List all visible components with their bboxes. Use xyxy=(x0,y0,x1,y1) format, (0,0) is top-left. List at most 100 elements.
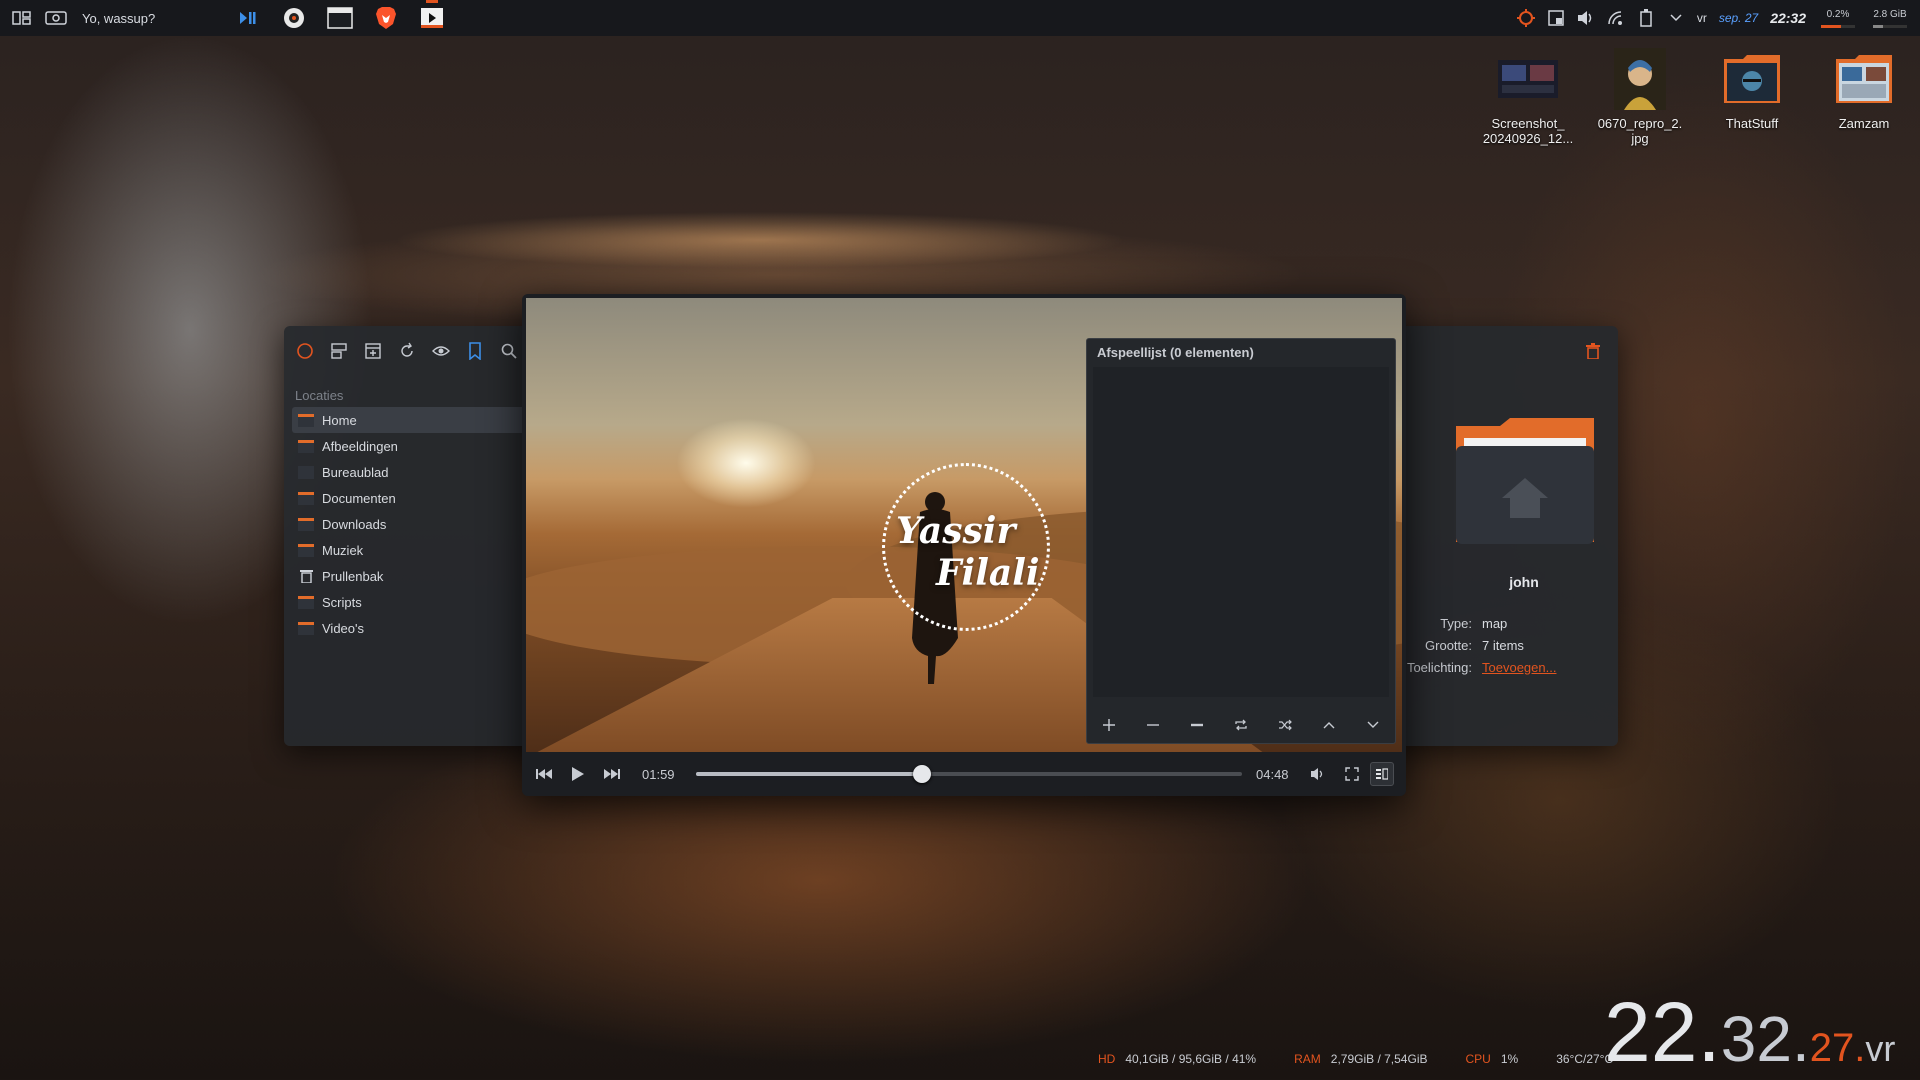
file-manager-toolbar xyxy=(294,340,520,362)
volume-icon xyxy=(1311,768,1323,780)
desktop-icon-label: ThatStuff xyxy=(1725,116,1779,131)
desktop-icon-label: 0670_repro_2. xyxy=(1597,116,1683,131)
place-scripts[interactable]: Scripts xyxy=(292,589,528,615)
info-key: Toelichting: xyxy=(1406,659,1472,675)
add-comment-link[interactable]: Toevoegen... xyxy=(1482,660,1556,675)
artist-logo-line-1: Yassir xyxy=(896,510,1016,552)
hd-label: HD xyxy=(1098,1052,1116,1066)
previous-track-button[interactable] xyxy=(532,762,556,786)
place-home[interactable]: Home xyxy=(292,407,528,433)
desktop-icon-repro-image[interactable]: 0670_repro_2. jpg xyxy=(1586,48,1694,146)
place-prullenbak[interactable]: Prullenbak xyxy=(292,563,528,589)
video-player-task[interactable] xyxy=(416,0,448,34)
seek-handle[interactable] xyxy=(913,765,932,783)
terminal-task[interactable] xyxy=(324,2,356,34)
place-bureaublad[interactable]: Bureaublad xyxy=(292,459,528,485)
memory-monitor-widget[interactable]: 2.8 GiB xyxy=(1870,9,1910,28)
keyboard-layout-label[interactable]: vr xyxy=(1697,11,1707,25)
next-track-button[interactable] xyxy=(600,762,624,786)
media-play-pause-task[interactable] xyxy=(232,2,264,34)
info-key: Grootte: xyxy=(1425,637,1472,653)
volume-button[interactable] xyxy=(1306,762,1330,786)
playlist-panel: Afspeellijst (0 elementen) xyxy=(1086,338,1396,744)
battery-icon[interactable] xyxy=(1637,9,1655,27)
memory-usage-label: 2.8 GiB xyxy=(1873,8,1907,20)
folder-icon xyxy=(298,413,314,427)
add-icon[interactable] xyxy=(1097,713,1121,737)
clock-hours: 22. xyxy=(1604,985,1721,1079)
player-controls: 01:59 04:48 xyxy=(522,752,1406,796)
place-label: Documenten xyxy=(322,490,396,506)
desktop-icon-label: Screenshot_ xyxy=(1491,116,1565,131)
place-videos[interactable]: Video's xyxy=(292,615,528,641)
repeat-icon[interactable] xyxy=(1229,713,1253,737)
brave-browser-task[interactable] xyxy=(370,2,402,34)
place-muziek[interactable]: Muziek xyxy=(292,537,528,563)
play-button[interactable] xyxy=(566,762,590,786)
artist-logo-text: Yassir Filali xyxy=(896,510,1046,594)
window-tiling-icon[interactable] xyxy=(10,6,34,30)
playlist-icon xyxy=(1376,768,1388,780)
app-menu-icon[interactable] xyxy=(294,340,316,362)
selected-item-name: john xyxy=(1509,574,1539,590)
info-key: Type: xyxy=(1440,615,1472,631)
clipboard-icon[interactable] xyxy=(1547,9,1565,27)
desktop-icon-thatstuff[interactable]: ThatStuff xyxy=(1698,48,1806,131)
artist-logo-line-2: Filali xyxy=(936,552,1040,594)
clock-period: vr xyxy=(1865,1028,1896,1069)
screenshot-icon[interactable] xyxy=(44,6,68,30)
update-notifier-icon[interactable] xyxy=(1516,9,1535,27)
move-down-icon[interactable] xyxy=(1361,713,1385,737)
volume-icon[interactable] xyxy=(1577,9,1595,27)
info-size-row: Grootte: 7 items xyxy=(1394,634,1654,656)
seek-slider[interactable] xyxy=(696,765,1242,783)
playlist-toolbar xyxy=(1087,707,1395,743)
chevron-down-icon[interactable] xyxy=(1667,9,1685,27)
shuffle-icon[interactable] xyxy=(1273,713,1297,737)
place-label: Bureaublad xyxy=(322,464,389,480)
cpu-usage-label: 0.2% xyxy=(1826,8,1850,20)
place-afbeeldingen[interactable]: Afbeeldingen xyxy=(292,433,528,459)
place-label: Home xyxy=(322,412,357,428)
split-view-icon[interactable] xyxy=(328,340,350,362)
bookmark-icon[interactable] xyxy=(464,340,486,362)
home-folder-preview-icon xyxy=(1454,416,1596,546)
system-tray: vr sep. 27 22:32 0.2% 2.8 GiB xyxy=(1516,0,1920,36)
network-wifi-icon[interactable] xyxy=(1607,9,1625,27)
obs-task[interactable] xyxy=(278,2,310,34)
fullscreen-button[interactable] xyxy=(1340,762,1364,786)
next-icon xyxy=(604,769,620,779)
new-tab-icon[interactable] xyxy=(362,340,384,362)
cpu-monitor-widget[interactable]: 0.2% xyxy=(1818,9,1858,28)
desktop-icon-zamzam[interactable]: Zamzam xyxy=(1810,48,1918,131)
tray-date[interactable]: sep. 27 xyxy=(1719,11,1758,25)
move-up-icon[interactable] xyxy=(1317,713,1341,737)
play-icon xyxy=(572,767,584,781)
ram-value: 2,79GiB / 7,54GiB xyxy=(1330,1052,1428,1066)
search-icon[interactable] xyxy=(498,340,520,362)
tray-clock[interactable]: 22:32 xyxy=(1770,10,1806,26)
delete-trash-icon[interactable] xyxy=(1582,340,1604,362)
place-downloads[interactable]: Downloads xyxy=(292,511,528,537)
info-value: 7 items xyxy=(1482,637,1524,653)
video-sun xyxy=(676,418,816,508)
folder-icon xyxy=(298,621,314,635)
preview-eye-icon[interactable] xyxy=(430,340,452,362)
playlist-title: Afspeellijst (0 elementen) xyxy=(1097,345,1254,360)
desktop-clock-widget: 22.32.27.vr xyxy=(1604,990,1896,1080)
brave-lion-icon xyxy=(376,7,396,29)
fullscreen-icon xyxy=(1345,767,1359,781)
trash-icon xyxy=(298,569,314,583)
place-label: Video's xyxy=(322,620,364,636)
playlist-items-area[interactable] xyxy=(1093,367,1389,697)
info-comment-row: Toelichting: Toevoegen... xyxy=(1394,656,1654,678)
clear-icon[interactable] xyxy=(1185,713,1209,737)
place-documenten[interactable]: Documenten xyxy=(292,485,528,511)
record-app-icon xyxy=(284,8,304,28)
remove-icon[interactable] xyxy=(1141,713,1165,737)
toggle-playlist-button[interactable] xyxy=(1370,762,1394,786)
desktop-icon-screenshot[interactable]: Screenshot_ 20240926_12... xyxy=(1474,48,1582,146)
video-frame[interactable]: Yassir Filali Afspeellijst (0 elementen) xyxy=(526,298,1402,752)
clock-minutes: 32. xyxy=(1720,1003,1810,1075)
reload-icon[interactable] xyxy=(396,340,418,362)
